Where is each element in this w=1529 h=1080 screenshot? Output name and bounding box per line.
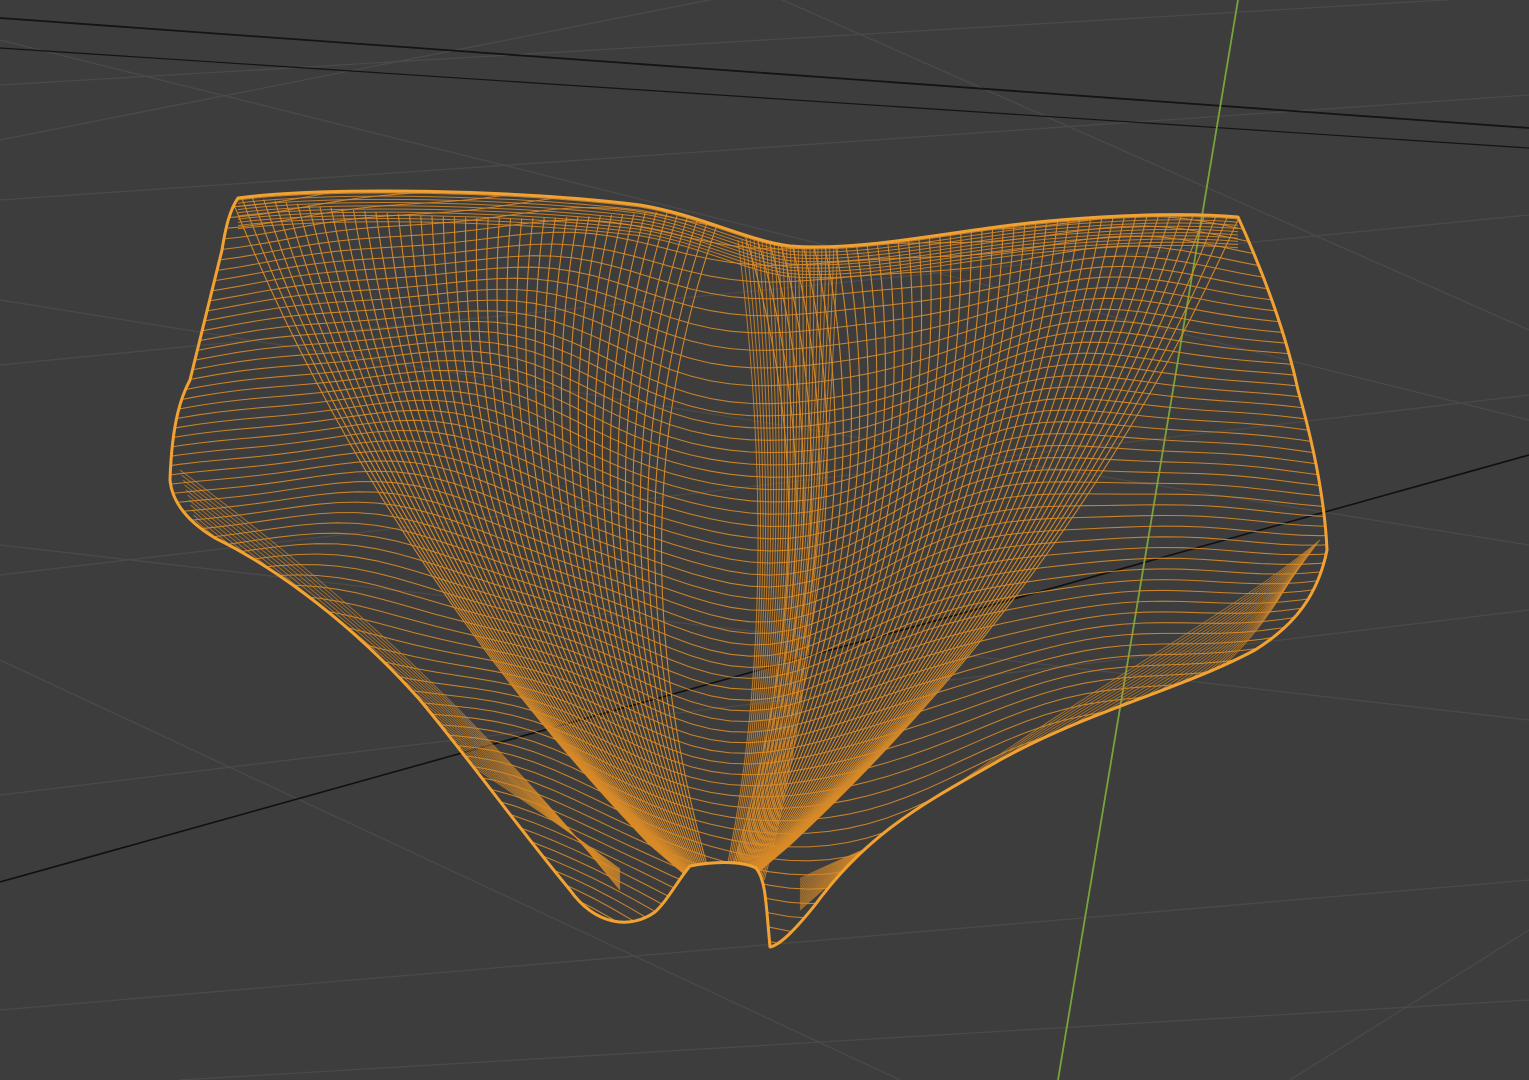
viewport-3d[interactable] (0, 0, 1529, 1080)
viewport-canvas[interactable] (0, 0, 1529, 1080)
